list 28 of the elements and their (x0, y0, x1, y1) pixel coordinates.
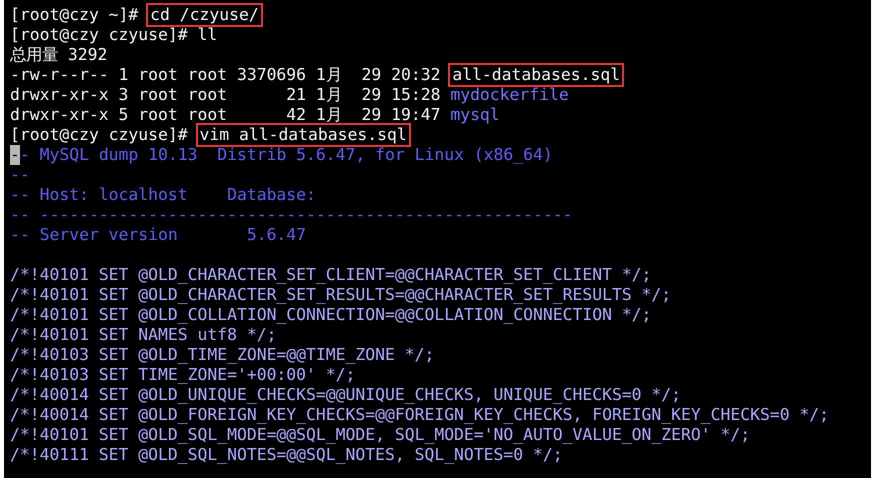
directive-text: /*!40101 SET @OLD_CHARACTER_SET_CLIENT=@@CHARACTER_SET_CLIENT */; (10, 265, 652, 285)
comment-text: - MySQL dump 10.13 Distrib 5.6.47, for Linux (x86_64) (20, 145, 553, 165)
directive-text: /*!40101 SET NAMES utf8 */; (10, 325, 276, 345)
terminal-text: [root@czy czyuse]# (10, 125, 189, 145)
directive-text: /*!40103 SET TIME_ZONE='+00:00' */; (10, 365, 356, 385)
directory-name: mydockerfile (450, 85, 569, 105)
directive-text: /*!40101 SET @OLD_SQL_MODE=@@SQL_MODE, SQL_MODE='NO_AUTO_VALUE_ON_ZERO' */; (10, 425, 750, 445)
directive-text: /*!40103 SET @OLD_TIME_ZONE=@@TIME_ZONE */; (10, 345, 434, 365)
directive-text: /*!40101 SET @OLD_COLLATION_CONNECTION=@@COLLATION_CONNECTION */; (10, 305, 652, 325)
directive-text: /*!40014 SET @OLD_FOREIGN_KEY_CHECKS=@@FOREIGN_KEY_CHECKS, FOREIGN_KEY_CHECKS=0 */; (10, 405, 830, 425)
comment-text: -- ------------------------------------------------------ (10, 205, 572, 225)
terminal-text: drwxr-xr-x 5 root root 42 1月 29 19:47 (10, 105, 442, 125)
terminal-text: drwxr-xr-x 3 root root 21 1月 29 15:28 (10, 85, 442, 105)
highlighted-text: vim all-databases.sql (198, 125, 409, 145)
highlighted-text: cd /czyuse/ (148, 5, 261, 25)
directory-name: mysql (450, 105, 500, 125)
comment-text: -- (10, 165, 30, 185)
highlighted-text: all-databases.sql (450, 65, 622, 85)
comment-text: -- Host: localhost Database: (10, 185, 316, 205)
terminal-text: -rw-r--r-- 1 root root 3370696 1月 29 20:32 (10, 65, 442, 85)
directive-text: /*!40014 SET @OLD_UNIQUE_CHECKS=@@UNIQUE_CHECKS, UNIQUE_CHECKS=0 */; (10, 385, 682, 405)
text-cursor: - (10, 145, 20, 165)
directive-text: /*!40101 SET @OLD_CHARACTER_SET_RESULTS=@@CHARACTER_SET_RESULTS */; (10, 285, 672, 305)
directive-text: /*!40111 SET @OLD_SQL_NOTES=@@SQL_NOTES, SQL_NOTES=0 */; (10, 445, 563, 465)
comment-text: -- Server version 5.6.47 (10, 225, 306, 245)
terminal-text: 总用量 3292 (10, 45, 108, 65)
terminal-text: [root@czy czyuse]# ll (10, 25, 218, 45)
terminal-text: [root@czy ~]# (10, 5, 140, 25)
